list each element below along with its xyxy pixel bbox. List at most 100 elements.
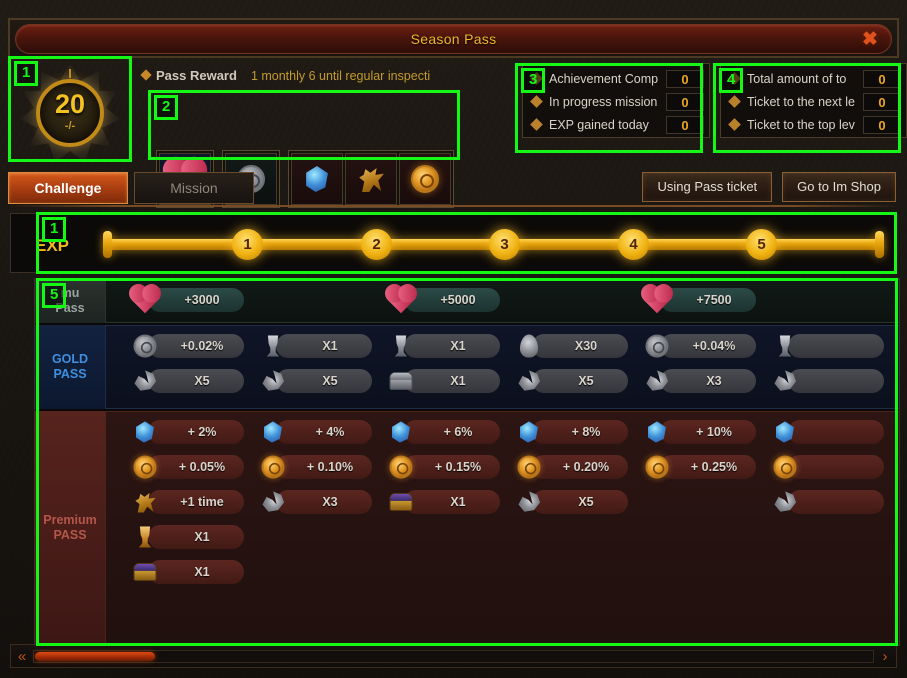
exp-node-5[interactable]: 5	[746, 229, 777, 260]
reward-item[interactable]	[770, 417, 898, 447]
annotation-tag-4: 4	[719, 68, 744, 93]
reward-item[interactable]	[770, 366, 898, 396]
title-bar-inner: Season Pass ✖	[15, 24, 892, 54]
exp-cap-left-icon	[103, 231, 112, 258]
reward-item[interactable]: + 2%	[130, 417, 258, 447]
reward-item-amount: X1	[404, 334, 500, 358]
reward-item-amount: +0.04%	[660, 334, 756, 358]
reward-icon-group-3	[288, 150, 454, 208]
reward-row-gold-pass: GOLD PASS +0.02% X5 X1 X5 X1 X1 X30 X5 +0.04% X3	[35, 325, 899, 409]
reward-item-amount: X1	[148, 560, 244, 584]
reward-item[interactable]	[770, 452, 898, 482]
go-to-im-shop-button[interactable]: Go to Im Shop	[782, 172, 896, 202]
stat-row-in-progress-mission: In progress mission 0	[528, 90, 704, 113]
stat-value: 0	[863, 92, 901, 111]
reward-item[interactable]: X1	[386, 366, 514, 396]
scroll-track[interactable]	[33, 649, 874, 663]
exp-node-2[interactable]: 2	[361, 229, 392, 260]
heart-gem-icon	[386, 286, 416, 314]
reward-item[interactable]: +3000	[130, 285, 258, 315]
annotation-tag-2: 2	[154, 95, 179, 120]
reward-item[interactable]: + 6%	[386, 417, 514, 447]
scroll-thumb[interactable]	[35, 651, 155, 661]
scroll-left-arrow-icon[interactable]: «	[11, 648, 33, 665]
reward-item[interactable]: + 10%	[642, 417, 770, 447]
horizontal-scrollbar[interactable]: « ›	[10, 644, 897, 668]
reward-item[interactable]: +1 time	[130, 487, 258, 517]
reward-item[interactable]: X1	[386, 487, 514, 517]
stat-label: Achievement Comp	[549, 71, 659, 86]
reward-item[interactable]: X5	[514, 487, 642, 517]
reward-item[interactable]: + 0.10%	[258, 452, 386, 482]
reward-item[interactable]: X5	[514, 366, 642, 396]
reward-item-amount	[788, 455, 884, 479]
reward-column-5: +7500	[642, 280, 770, 315]
reward-item-amount: +1 time	[148, 490, 244, 514]
reward-item[interactable]: +7500	[642, 285, 770, 315]
blue-crystal-icon[interactable]	[291, 153, 343, 205]
using-pass-ticket-button[interactable]: Using Pass ticket	[642, 172, 773, 202]
reward-item[interactable]: X1	[130, 557, 258, 587]
reward-item[interactable]: + 4%	[258, 417, 386, 447]
scroll-right-arrow-icon[interactable]: ›	[874, 648, 896, 665]
tab-mission[interactable]: Mission	[134, 172, 254, 204]
reward-column-3: X1 X1	[386, 326, 514, 396]
row-label-line2: PASS	[53, 367, 87, 381]
stat-value: 0	[666, 69, 704, 88]
exp-node-3[interactable]: 3	[489, 229, 520, 260]
reward-item[interactable]: X3	[642, 366, 770, 396]
reward-item[interactable]: +0.04%	[642, 331, 770, 361]
row-label-premium-pass[interactable]: Premium PASS	[35, 411, 105, 645]
reward-item[interactable]: X1	[386, 331, 514, 361]
exp-node-1[interactable]: 1	[232, 229, 263, 260]
heart-gem-icon	[642, 286, 672, 314]
blue-crystal-icon	[642, 418, 672, 446]
reward-item-amount: X3	[276, 490, 372, 514]
gold-chest-icon	[130, 558, 160, 586]
reward-column-1: +0.02% X5	[130, 326, 258, 396]
reward-item[interactable]: X30	[514, 331, 642, 361]
reward-item-amount: X1	[276, 334, 372, 358]
reward-item[interactable]	[770, 331, 898, 361]
reward-item[interactable]: + 0.20%	[514, 452, 642, 482]
reward-item[interactable]: +5000	[386, 285, 514, 315]
reward-item[interactable]: X5	[130, 366, 258, 396]
diamond-bullet-icon	[728, 95, 741, 108]
silver-blade-icon	[642, 367, 672, 395]
reward-item[interactable]: + 0.15%	[386, 452, 514, 482]
reward-item-amount: + 4%	[276, 420, 372, 444]
heart-gem-icon	[130, 286, 160, 314]
reward-item[interactable]: + 0.05%	[130, 452, 258, 482]
gold-medallion-icon	[514, 453, 544, 481]
reward-item-amount: + 8%	[532, 420, 628, 444]
reward-item[interactable]: + 0.25%	[642, 452, 770, 482]
exp-cap-right-icon	[875, 231, 884, 258]
divider	[8, 205, 899, 207]
close-icon[interactable]: ✖	[859, 29, 881, 51]
gold-medallion-icon[interactable]	[399, 153, 451, 205]
reward-item[interactable]: + 8%	[514, 417, 642, 447]
reward-column-6	[770, 326, 898, 396]
stat-label: EXP gained today	[549, 117, 649, 132]
stat-label: Ticket to the next le	[747, 94, 855, 109]
reward-item[interactable]: X5	[258, 366, 386, 396]
stats-panel-right: Total amount of to 0 Ticket to the next …	[720, 63, 907, 138]
reward-item-amount: +5000	[404, 288, 500, 312]
tab-challenge[interactable]: Challenge	[8, 172, 128, 204]
reward-cells-mu-pass: +3000 +5000 +7500	[105, 279, 899, 323]
reward-item-amount	[788, 490, 884, 514]
row-label-gold-pass[interactable]: GOLD PASS	[35, 325, 105, 409]
stat-label: Total amount of to	[747, 71, 847, 86]
reward-item[interactable]: X1	[130, 522, 258, 552]
reward-item[interactable]: X3	[258, 487, 386, 517]
reward-item-amount: +0.02%	[148, 334, 244, 358]
diamond-bullet-icon	[728, 118, 741, 131]
reward-item[interactable]	[770, 487, 898, 517]
golden-griffin-icon[interactable]	[345, 153, 397, 205]
blue-crystal-icon	[130, 418, 160, 446]
reward-item[interactable]: +0.02%	[130, 331, 258, 361]
blue-crystal-icon	[770, 418, 800, 446]
reward-item[interactable]: X1	[258, 331, 386, 361]
reward-item-amount: + 0.10%	[276, 455, 372, 479]
exp-node-4[interactable]: 4	[618, 229, 649, 260]
